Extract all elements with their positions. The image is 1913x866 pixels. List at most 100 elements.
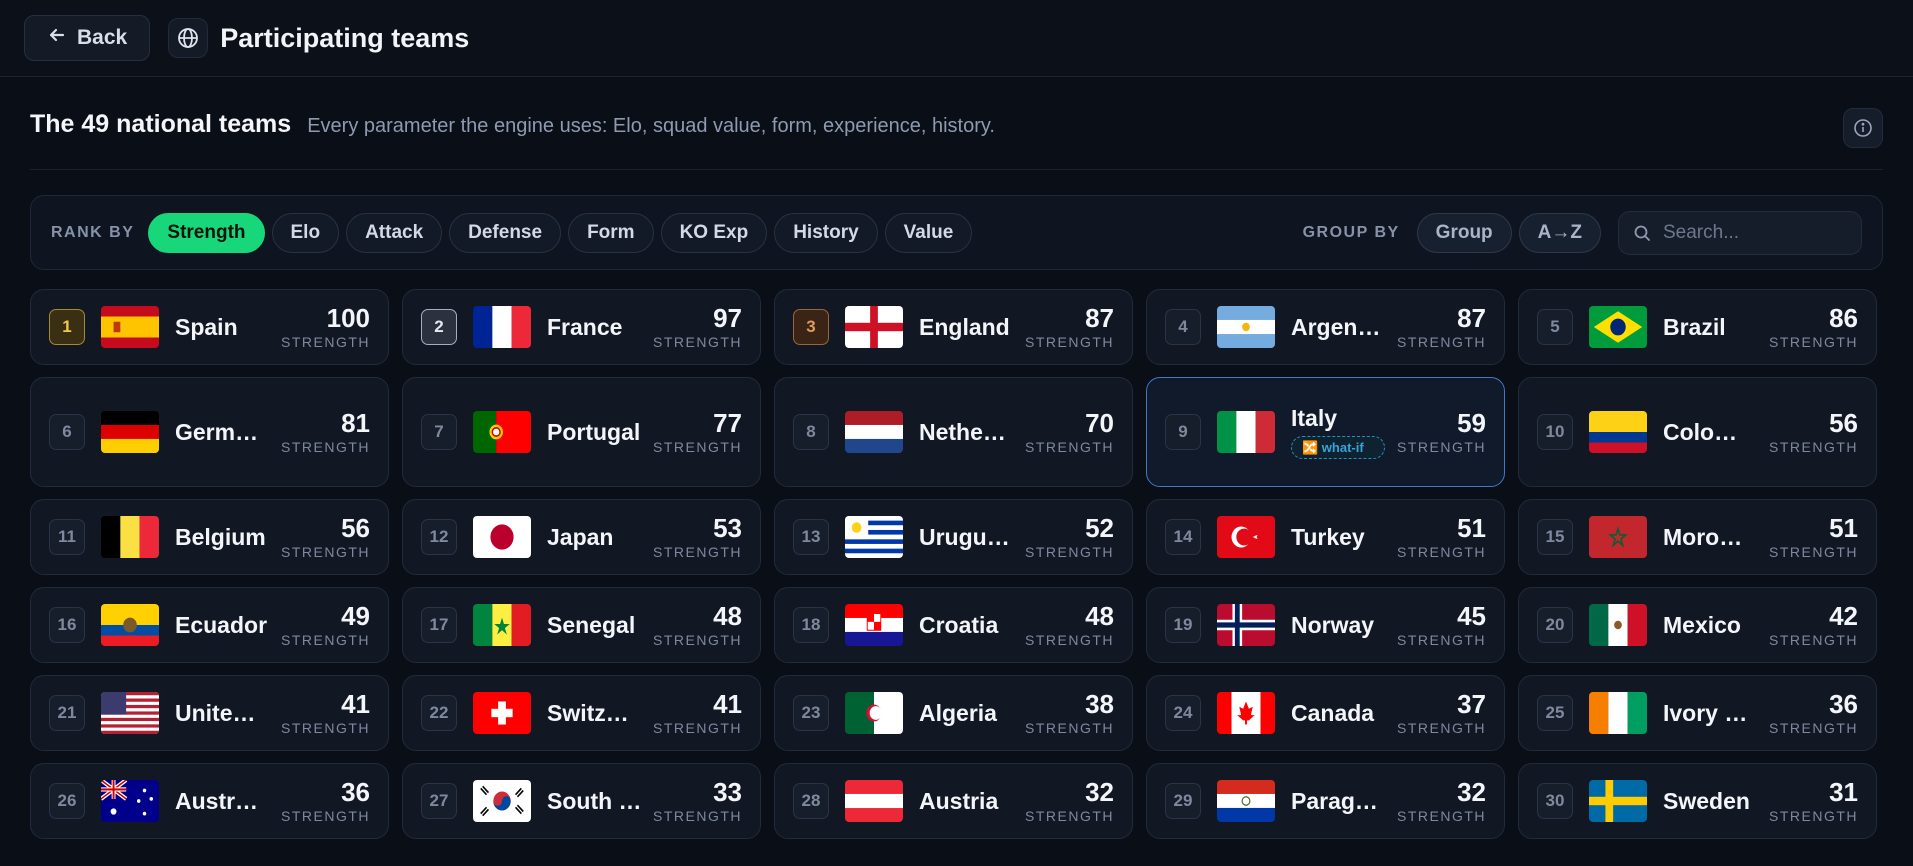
group-option-group[interactable]: Group [1416,212,1512,253]
strength-value: 45 [1457,600,1486,631]
team-card[interactable]: 13 Urugu… 52 STRENGTH [774,499,1133,575]
strength-label: STRENGTH [1397,543,1486,560]
search-input[interactable] [1663,221,1843,244]
team-card[interactable]: 30 Sweden 31 STRENGTH [1518,763,1877,839]
strength-label: STRENGTH [1769,333,1858,350]
team-card[interactable]: 23 Algeria 38 STRENGTH [774,675,1133,751]
strength-label: STRENGTH [1025,438,1114,455]
team-card[interactable]: 4 Argen… 87 STRENGTH [1146,289,1505,365]
strength-label: STRENGTH [653,438,742,455]
rank-option-ko-exp[interactable]: KO Exp [660,212,768,253]
team-card[interactable]: 9 Italy 🔀 what-if 59 STRENGTH [1146,377,1505,487]
team-name-column: Austria [919,788,1025,815]
team-name: Argen… [1291,313,1381,340]
team-card[interactable]: 10 Colo… 56 STRENGTH [1518,377,1877,487]
strength-value: 41 [341,688,370,719]
rank-option-elo[interactable]: Elo [271,212,340,253]
team-card[interactable]: 27 South … 33 STRENGTH [402,763,761,839]
team-card[interactable]: 8 Nethe… 70 STRENGTH [774,377,1133,487]
team-card[interactable]: 19 Norway 45 STRENGTH [1146,587,1505,663]
strength-value: 41 [713,688,742,719]
search-box[interactable] [1618,210,1862,255]
what-if-badge[interactable]: 🔀 what-if [1291,436,1385,459]
team-card[interactable]: 15 Moro… 51 STRENGTH [1518,499,1877,575]
strength-label: STRENGTH [1769,438,1858,455]
team-card[interactable]: 25 Ivory … 36 STRENGTH [1518,675,1877,751]
rank-option-history[interactable]: History [774,212,878,253]
team-card[interactable]: 7 Portugal 77 STRENGTH [402,377,761,487]
info-button[interactable] [1843,108,1883,148]
back-button[interactable]: Back [24,15,151,61]
rank-option-form[interactable]: Form [568,212,654,253]
strength-score: 87 STRENGTH [1025,305,1114,350]
switzerland-flag-icon [473,692,531,734]
rank-badge: 17 [421,607,457,643]
team-name: South … [547,787,642,814]
team-name-column: Austr… [175,788,281,815]
rank-option-value[interactable]: Value [884,212,973,253]
team-card[interactable]: 5 Brazil 86 STRENGTH [1518,289,1877,365]
team-name-column: Moro… [1663,524,1769,551]
team-name-column: Parag… [1291,788,1397,815]
strength-value: 77 [713,407,742,438]
team-card[interactable]: 29 Parag… 32 STRENGTH [1146,763,1505,839]
team-name-column: Algeria [919,700,1025,727]
team-card[interactable]: 28 Austria 32 STRENGTH [774,763,1133,839]
croatia-flag-icon [845,604,903,646]
team-card[interactable]: 1 Spain 100 STRENGTH [30,289,389,365]
strength-score: 59 STRENGTH [1397,410,1486,455]
team-grid: 1 Spain 100 STRENGTH 2 France 97 STRENGTH 3 Engla… [30,289,1878,851]
group-option-az[interactable]: A→Z [1518,212,1601,253]
search-icon [1634,225,1650,241]
strength-value: 42 [1829,600,1858,631]
strength-score: 31 STRENGTH [1769,779,1858,824]
rank-option-strength[interactable]: Strength [148,212,265,253]
team-card[interactable]: 24 Canada 37 STRENGTH [1146,675,1505,751]
team-card[interactable]: 17 Senegal 48 STRENGTH [402,587,761,663]
strength-score: 36 STRENGTH [1769,691,1858,736]
team-name: Canada [1291,699,1375,726]
team-card[interactable]: 26 Austr… 36 STRENGTH [30,763,389,839]
strength-label: STRENGTH [653,333,742,350]
team-name: Nethe… [919,418,1006,445]
team-card[interactable]: 2 France 97 STRENGTH [402,289,761,365]
team-card[interactable]: 11 Belgium 56 STRENGTH [30,499,389,575]
rank-option-attack[interactable]: Attack [346,212,443,253]
rank-badge: 14 [1165,519,1201,555]
team-card[interactable]: 12 Japan 53 STRENGTH [402,499,761,575]
strength-score: 36 STRENGTH [281,779,370,824]
sweden-flag-icon [1589,780,1647,822]
team-name: Unite… [175,699,256,726]
algeria-flag-icon [845,692,903,734]
strength-score: 51 STRENGTH [1397,515,1486,560]
page-title: Participating teams [220,22,470,53]
team-card[interactable]: 3 England 87 STRENGTH [774,289,1133,365]
rank-option-defense[interactable]: Defense [449,212,562,253]
strength-label: STRENGTH [281,807,370,824]
team-name: Colo… [1663,418,1738,445]
team-name-column: Unite… [175,700,281,727]
team-card[interactable]: 22 Switz… 41 STRENGTH [402,675,761,751]
strength-score: 45 STRENGTH [1397,603,1486,648]
team-card[interactable]: 16 Ecuador 49 STRENGTH [30,587,389,663]
strength-score: 70 STRENGTH [1025,410,1114,455]
team-card[interactable]: 21 Unite… 41 STRENGTH [30,675,389,751]
australia-flag-icon [101,780,159,822]
team-card[interactable]: 18 Croatia 48 STRENGTH [774,587,1133,663]
team-name: Moro… [1663,523,1743,550]
team-card[interactable]: 14 Turkey 51 STRENGTH [1146,499,1505,575]
team-name: Switz… [547,699,629,726]
team-name: Mexico [1663,611,1741,638]
team-name: Norway [1291,611,1375,638]
strength-value: 38 [1085,688,1114,719]
team-card[interactable]: 6 Germ… 81 STRENGTH [30,377,389,487]
team-card[interactable]: 20 Mexico 42 STRENGTH [1518,587,1877,663]
strength-score: 42 STRENGTH [1769,603,1858,648]
team-name-column: Ivory … [1663,700,1769,727]
strength-value: 36 [1829,688,1858,719]
team-name-column: Croatia [919,612,1025,639]
team-name-column: Spain [175,314,281,341]
strength-value: 31 [1829,776,1858,807]
arrow-left-icon [47,25,67,51]
ivorycoast-flag-icon [1589,692,1647,734]
